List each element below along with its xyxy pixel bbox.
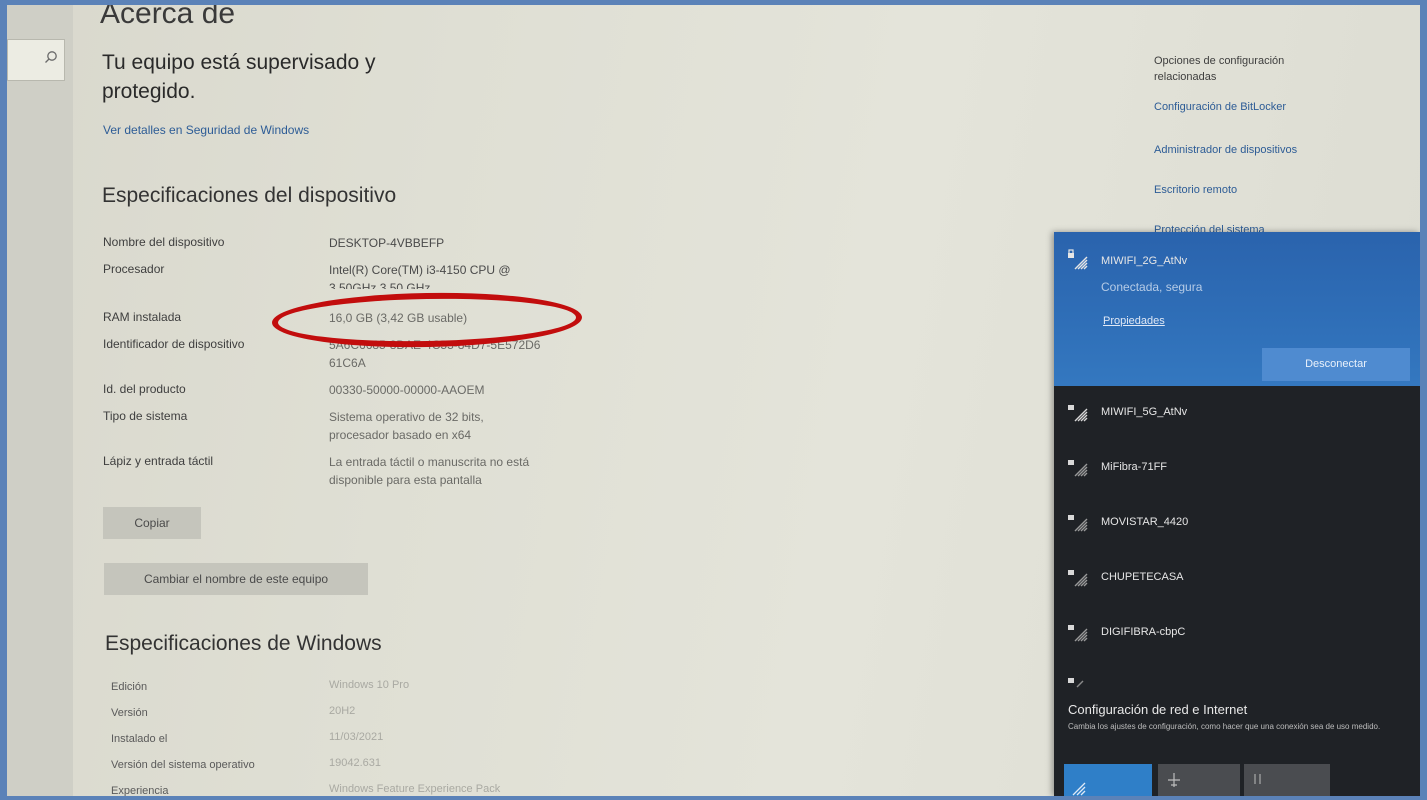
network-name: MIWIFI_5G_AtNv [1101, 406, 1188, 418]
spec-value: Windows 10 Pro [329, 679, 410, 691]
network-name: MOVISTAR_4420 [1101, 516, 1189, 528]
spec-value: 00330-50000-00000-AAOEM [329, 383, 485, 397]
disconnect-button[interactable]: Desconectar [1262, 348, 1410, 381]
network-status: Conectada, segura [1101, 280, 1203, 294]
network-settings-description: Cambia los ajustes de configuración, com… [1068, 722, 1381, 731]
spec-value: 20H2 [329, 705, 356, 717]
spec-label: Id. del producto [103, 382, 186, 396]
bitlocker-link[interactable]: Configuración de BitLocker [1154, 101, 1286, 113]
network-list-item[interactable]: CHUPETECASA [1054, 552, 1420, 604]
protection-status: Tu equipo está supervisado y protegido. [102, 48, 422, 106]
security-details-link[interactable]: Ver detalles en Seguridad de Windows [103, 123, 309, 137]
wifi-secured-icon [1068, 570, 1088, 587]
windows-specs-title: Especificaciones de Windows [105, 632, 382, 655]
rename-pc-button[interactable]: Cambiar el nombre de este equipo [104, 563, 368, 595]
network-settings-link[interactable]: Configuración de red e Internet [1068, 702, 1247, 717]
remote-desktop-link[interactable]: Escritorio remoto [1154, 184, 1237, 196]
spec-label: Nombre del dispositivo [103, 235, 225, 249]
spec-value: 11/03/2021 [329, 731, 384, 743]
spec-value: DESKTOP-4VBBEFP [329, 236, 445, 250]
spec-value-line: Intel(R) Core(TM) i3-4150 CPU @ [329, 263, 511, 277]
spec-label: Lápiz y entrada táctil [103, 454, 214, 468]
search-input[interactable] [7, 39, 65, 81]
wifi-icon [1072, 782, 1086, 796]
wifi-secured-icon [1068, 515, 1088, 532]
spec-label: Instalado el [111, 733, 168, 745]
airplane-icon [1168, 773, 1180, 787]
spec-label: Procesador [103, 262, 165, 276]
mobile-hotspot-tile[interactable] [1244, 764, 1330, 796]
device-manager-link[interactable]: Administrador de dispositivos [1154, 144, 1297, 156]
network-name: MiFibra-71FF [1101, 461, 1168, 473]
network-name: MIWIFI_2G_AtNv [1101, 255, 1188, 267]
network-list-item[interactable] [1054, 662, 1420, 688]
related-settings: Opciones de configuración relacionadas C… [1154, 53, 1374, 236]
wifi-secured-icon [1068, 249, 1088, 270]
spec-value: 19042.631 [329, 757, 381, 769]
related-header-line: Opciones de configuración [1154, 55, 1285, 67]
spec-value: Intel(R) Core(TM) i3-4150 CPU @ 3.50GHz … [329, 261, 599, 289]
spec-value-line: disponible para esta pantalla [329, 473, 482, 487]
network-properties-link[interactable]: Propiedades [1103, 315, 1165, 327]
spec-label: Edición [111, 681, 148, 693]
spec-label: Versión [111, 707, 148, 719]
wifi-toggle-tile[interactable] [1064, 764, 1152, 796]
airplane-mode-tile[interactable] [1158, 764, 1240, 796]
network-name: CHUPETECASA [1101, 571, 1184, 583]
network-name: DIGIFIBRA-cbpC [1101, 626, 1186, 638]
network-list-item[interactable]: DIGIFIBRA-cbpC [1054, 607, 1420, 659]
spec-value-line: 3.50GHz 3.50 GHz [329, 281, 431, 289]
spec-value-line: procesador basado en x64 [329, 428, 472, 442]
network-list-item[interactable]: MOVISTAR_4420 [1054, 497, 1420, 549]
connected-network[interactable]: MIWIFI_2G_AtNv Conectada, segura Propied… [1054, 232, 1420, 386]
spec-value-line: 61C6A [329, 356, 366, 370]
spec-value: La entrada táctil o manuscrita no está d… [329, 453, 599, 489]
protection-status-line: Tu equipo está supervisado y [102, 51, 376, 74]
spec-label: RAM instalada [103, 310, 182, 324]
network-list-item[interactable]: MIWIFI_5G_AtNv [1054, 387, 1420, 439]
network-list-item[interactable]: MiFibra-71FF [1054, 442, 1420, 494]
spec-label: Versión del sistema operativo [111, 759, 255, 771]
wifi-secured-icon [1068, 625, 1088, 642]
spec-label: Tipo de sistema [103, 409, 188, 423]
page-title: Acerca de [100, 5, 236, 30]
spec-value: Windows Feature Experience Pack [329, 783, 501, 795]
spec-label: Identificador de dispositivo [103, 337, 245, 351]
related-header-line: relacionadas [1154, 71, 1217, 83]
search-icon [45, 51, 57, 63]
device-specs-title: Especificaciones del dispositivo [102, 184, 397, 207]
spec-label: Experiencia [111, 785, 169, 796]
hotspot-icon [1254, 774, 1261, 784]
protection-status-line: protegido. [102, 80, 196, 103]
network-flyout: MIWIFI_2G_AtNv Conectada, segura Propied… [1054, 232, 1420, 796]
spec-value-line: La entrada táctil o manuscrita no está [329, 455, 530, 469]
spec-value: Sistema operativo de 32 bits, procesador… [329, 408, 599, 444]
copy-button[interactable]: Copiar [103, 507, 201, 539]
navigation-pane [7, 5, 73, 796]
spec-value-line: Sistema operativo de 32 bits, [329, 410, 484, 424]
related-settings-header: Opciones de configuración relacionadas [1154, 53, 1374, 85]
about-page: Acerca de Tu equipo está supervisado y p… [100, 5, 1000, 796]
wifi-secured-icon [1068, 460, 1088, 477]
wifi-secured-icon [1068, 678, 1084, 688]
wifi-secured-icon [1068, 405, 1088, 422]
settings-window: Acerca de Tu equipo está supervisado y p… [7, 5, 1420, 796]
